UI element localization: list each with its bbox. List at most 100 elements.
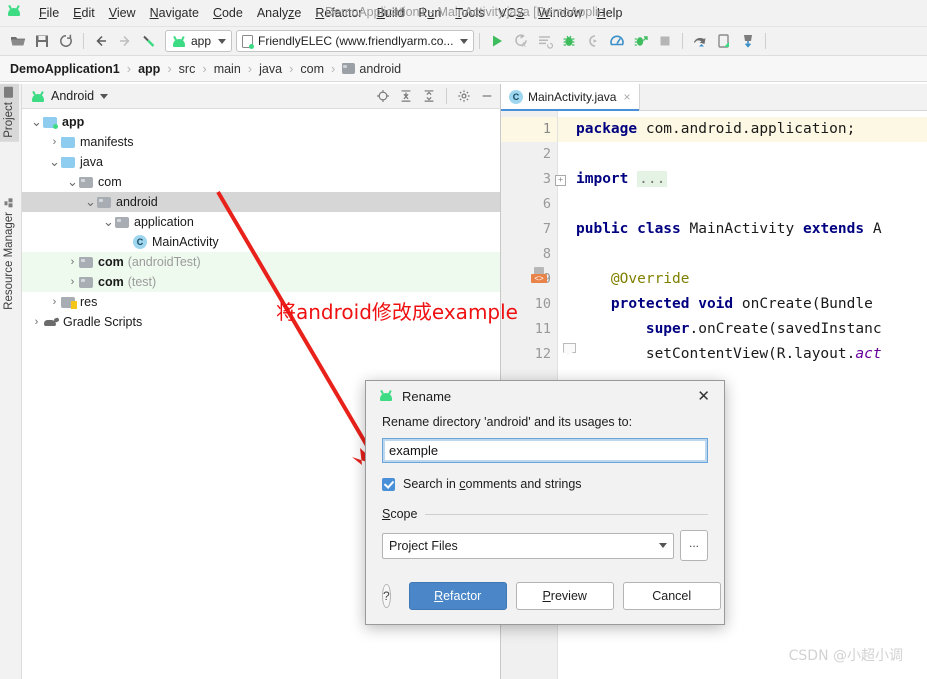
line-number: 9 [501,267,557,292]
code-fold-icon[interactable] [563,343,576,356]
android-studio-window: File Edit View Navigate Code Analyze Refactor B… [0,0,927,679]
tree-item-com[interactable]: › com (androidTest) [22,252,500,272]
avd-manager-icon[interactable] [712,29,736,53]
run-with-coverage-icon[interactable] [629,29,653,53]
breadcrumb-item-main[interactable]: main [214,62,241,76]
run-configuration-selector[interactable]: app [165,30,233,52]
collapse-all-icon[interactable] [422,89,436,103]
device-selector[interactable]: FriendlyELEC (www.friendlyarm.co... [236,30,475,52]
project-label: Project [3,102,15,138]
build-hammer-icon[interactable] [137,29,161,53]
tree-item-label: manifests [80,135,134,149]
rename-prompt: Rename directory 'android' and its usage… [382,415,633,429]
menu-item-analyze[interactable]: Analyze [250,2,308,24]
chevron-right-icon[interactable]: › [66,256,79,268]
stop-icon[interactable] [653,29,677,53]
rename-input[interactable] [382,438,708,463]
search-comments-checkbox-row[interactable]: Search in comments and strings [382,477,708,491]
left-tool-strip: Project Resource Manager [0,84,22,679]
package-folder-icon [79,276,93,288]
chevron-down-icon[interactable]: ⌄ [30,115,43,128]
chevron-down-icon[interactable]: ⌄ [84,195,97,208]
breadcrumb-label: main [213,61,241,76]
breadcrumb-separator: › [247,61,253,76]
run-icon[interactable] [485,29,509,53]
open-folder-icon[interactable] [6,29,30,53]
scope-section-header: Scope [382,507,708,521]
tree-item-android[interactable]: ⌄ android [22,192,500,212]
chevron-down-icon[interactable]: ⌄ [48,155,61,168]
code-line: @Override [576,271,690,287]
cancel-button[interactable]: Cancel [622,582,721,610]
menu-item-code[interactable]: Code [206,2,250,24]
tree-item-label: MainActivity [152,235,219,249]
chevron-right-icon[interactable]: › [48,136,61,148]
dialog-body: Rename directory 'android' and its usage… [366,411,724,561]
breadcrumb-item-src[interactable]: src [179,62,196,76]
locate-target-icon[interactable] [376,89,390,103]
menu-item-navigate[interactable]: Navigate [143,2,206,24]
breadcrumb-label: java [259,61,283,76]
scope-select[interactable]: Project Files [382,532,674,559]
tab-mainactivity-java[interactable]: C MainActivity.java × [501,84,640,111]
breadcrumb-item-app[interactable]: app [138,62,160,76]
tree-item-java[interactable]: ⌄ java [22,152,500,172]
expand-all-icon[interactable] [399,89,413,103]
settings-gear-icon[interactable] [457,89,471,103]
project-panel-header: Android [22,84,500,109]
preview-button[interactable]: Preview [515,582,614,610]
menu-item-edit[interactable]: Edit [66,2,102,24]
line-number: 2 [542,146,551,162]
divider-line [425,513,708,515]
line-number: 7 [542,221,551,237]
scope-browse-button[interactable]: ... [680,530,708,561]
device-label: FriendlyELEC (www.friendlyarm.co... [258,34,454,48]
apply-code-changes-icon[interactable] [533,29,557,53]
blue-folder-icon [61,136,75,148]
attach-debugger-icon[interactable] [581,29,605,53]
debug-icon[interactable] [557,29,581,53]
tree-item-mainactivity[interactable]: C MainActivity [22,232,500,252]
apply-changes-icon[interactable]: A [509,29,533,53]
breadcrumb-item-android[interactable]: android [342,62,401,76]
back-arrow-icon[interactable] [89,29,113,53]
profiler-icon[interactable] [605,29,629,53]
chevron-right-icon[interactable]: › [66,276,79,288]
menu-item-file[interactable]: File [32,2,66,24]
resource-manager-label: Resource Manager [3,212,15,310]
breadcrumb-separator: › [289,61,294,76]
tree-item-com[interactable]: ⌄ com [22,172,500,192]
tree-item-manifests[interactable]: › manifests [22,132,500,152]
chevron-down-icon[interactable]: ⌄ [102,215,115,228]
sdk-manager-icon[interactable] [688,29,712,53]
gradle-elephant-icon [43,316,60,328]
close-icon[interactable]: × [623,90,630,104]
chevron-right-icon[interactable]: › [30,316,43,328]
forward-arrow-icon[interactable] [113,29,137,53]
help-button[interactable]: ? [382,584,391,608]
tree-item-com[interactable]: › com (test) [22,272,500,292]
close-icon[interactable]: ✕ [693,387,714,406]
tree-item-app[interactable]: ⌄ app [22,112,500,132]
chevron-right-icon[interactable]: › [48,296,61,308]
package-folder-icon [79,176,93,188]
chevron-down-icon[interactable]: ⌄ [66,175,79,188]
menu-item-view[interactable]: View [102,2,143,24]
hide-panel-icon[interactable] [480,89,494,103]
sync-gradle-icon[interactable] [736,29,760,53]
project-view-selector[interactable]: Android [30,89,109,103]
resource-manager-icon [4,198,14,208]
checkbox-checked-icon[interactable] [382,477,395,491]
breadcrumb-item-com[interactable]: com [300,62,324,76]
sync-icon[interactable] [54,29,78,53]
refactor-button[interactable]: Refactor [408,582,507,610]
tool-window-resource-manager[interactable]: Resource Manager [0,194,19,314]
breadcrumb-item-demoapplication1[interactable]: DemoApplication1 [10,62,120,76]
save-all-icon[interactable] [30,29,54,53]
run-class-gutter-icon[interactable]: <> [531,267,547,283]
breadcrumb-item-java[interactable]: java [259,62,282,76]
tool-window-project[interactable]: Project [0,84,19,142]
code-line: import ... [576,171,668,187]
tree-item-application[interactable]: ⌄ application [22,212,500,232]
